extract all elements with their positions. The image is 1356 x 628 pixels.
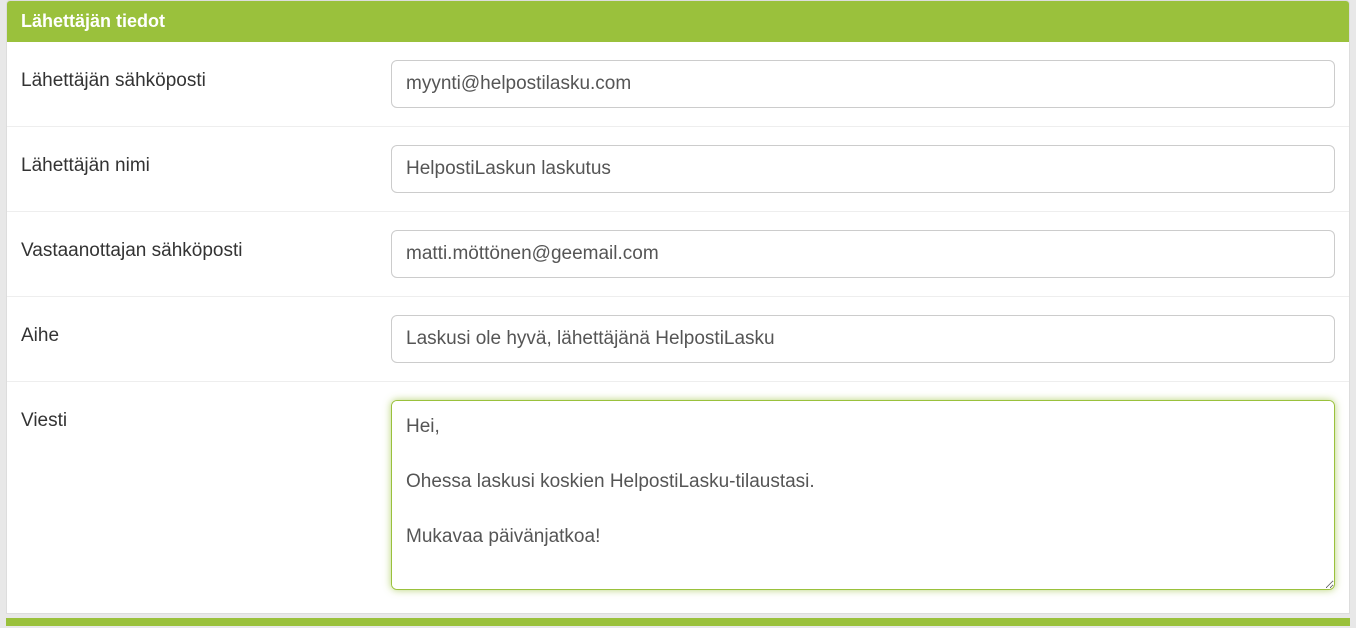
row-sender-email: Lähettäjän sähköposti [7, 42, 1349, 127]
message-field[interactable] [391, 400, 1335, 590]
label-sender-email: Lähettäjän sähköposti [21, 60, 391, 92]
row-sender-name: Lähettäjän nimi [7, 127, 1349, 212]
sender-name-field[interactable] [391, 145, 1335, 193]
subject-field[interactable] [391, 315, 1335, 363]
sender-info-panel: Lähettäjän tiedot Lähettäjän sähköposti … [6, 0, 1350, 614]
row-message: Viesti [7, 382, 1349, 613]
bottom-accent-bar [6, 618, 1350, 626]
recipient-email-field[interactable] [391, 230, 1335, 278]
label-recipient-email: Vastaanottajan sähköposti [21, 230, 391, 262]
row-recipient-email: Vastaanottajan sähköposti [7, 212, 1349, 297]
panel-title: Lähettäjän tiedot [7, 1, 1349, 42]
sender-email-field[interactable] [391, 60, 1335, 108]
label-subject: Aihe [21, 315, 391, 347]
label-message: Viesti [21, 400, 391, 432]
row-subject: Aihe [7, 297, 1349, 382]
label-sender-name: Lähettäjän nimi [21, 145, 391, 177]
